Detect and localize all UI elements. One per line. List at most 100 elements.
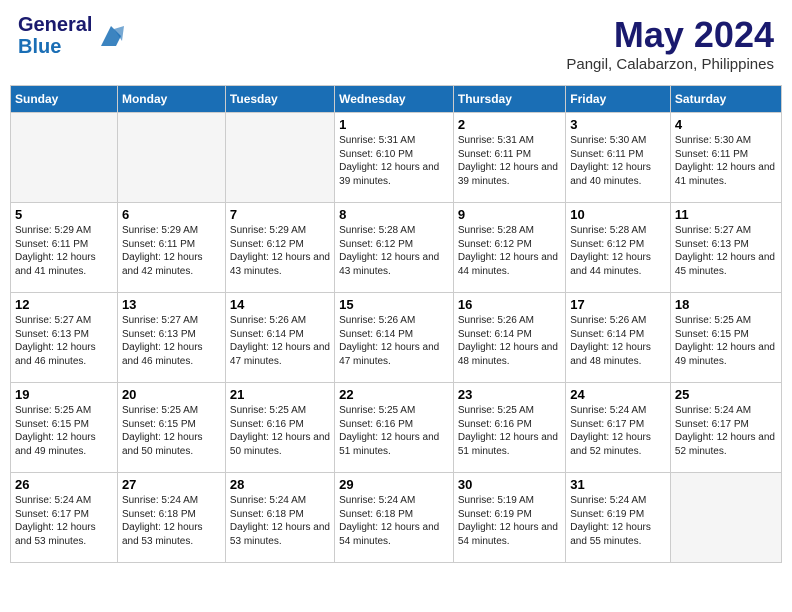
day-info: Sunrise: 5:24 AMSunset: 6:18 PMDaylight:… xyxy=(122,494,221,548)
day-number: 13 xyxy=(122,297,221,312)
day-number: 2 xyxy=(458,117,561,132)
calendar-cell: 23Sunrise: 5:25 AMSunset: 6:16 PMDayligh… xyxy=(453,383,565,473)
day-info: Sunrise: 5:24 AMSunset: 6:18 PMDaylight:… xyxy=(339,494,449,548)
day-info: Sunrise: 5:27 AMSunset: 6:13 PMDaylight:… xyxy=(15,314,113,368)
day-info: Sunrise: 5:26 AMSunset: 6:14 PMDaylight:… xyxy=(458,314,561,368)
day-number: 6 xyxy=(122,207,221,222)
calendar-cell: 1 Sunrise: 5:31 AMSunset: 6:10 PMDaylight… xyxy=(335,113,454,203)
day-number: 19 xyxy=(15,387,113,402)
week-row-3: 12 Sunrise: 5:27 AMSunset: 6:13 PMDayligh… xyxy=(11,293,782,383)
calendar-cell: 21Sunrise: 5:25 AMSunset: 6:16 PMDayligh… xyxy=(225,383,334,473)
day-info: Sunrise: 5:19 AMSunset: 6:19 PMDaylight:… xyxy=(458,494,561,548)
day-number: 12 xyxy=(15,297,113,312)
day-info: Sunrise: 5:24 AMSunset: 6:19 PMDaylight:… xyxy=(570,494,666,548)
calendar-cell xyxy=(225,113,334,203)
day-number: 27 xyxy=(122,477,221,492)
calendar-cell: 30 Sunrise: 5:19 AMSunset: 6:19 PMDayligh… xyxy=(453,473,565,563)
day-number: 20 xyxy=(122,387,221,402)
logo-icon xyxy=(96,21,126,51)
calendar-cell: 3 Sunrise: 5:30 AMSunset: 6:11 PMDaylight… xyxy=(566,113,671,203)
day-info: Sunrise: 5:29 AMSunset: 6:11 PMDaylight:… xyxy=(15,224,113,278)
main-title: May 2024 xyxy=(566,14,774,56)
calendar-cell: 7 Sunrise: 5:29 AMSunset: 6:12 PMDaylight… xyxy=(225,203,334,293)
day-info: Sunrise: 5:30 AMSunset: 6:11 PMDaylight:… xyxy=(570,134,666,188)
calendar-cell: 12 Sunrise: 5:27 AMSunset: 6:13 PMDayligh… xyxy=(11,293,118,383)
day-info: Sunrise: 5:29 AMSunset: 6:11 PMDaylight:… xyxy=(122,224,221,278)
day-info: Sunrise: 5:30 AMSunset: 6:11 PMDaylight:… xyxy=(675,134,777,188)
calendar-cell: 2 Sunrise: 5:31 AMSunset: 6:11 PMDaylight… xyxy=(453,113,565,203)
calendar-cell: 5 Sunrise: 5:29 AMSunset: 6:11 PMDaylight… xyxy=(11,203,118,293)
day-number: 11 xyxy=(675,207,777,222)
column-header-monday: Monday xyxy=(117,86,225,113)
day-number: 31 xyxy=(570,477,666,492)
column-header-wednesday: Wednesday xyxy=(335,86,454,113)
logo-blue-text: Blue xyxy=(18,36,61,58)
day-info: Sunrise: 5:25 AMSunset: 6:15 PMDaylight:… xyxy=(122,404,221,458)
calendar-cell: 9Sunrise: 5:28 AMSunset: 6:12 PMDaylight… xyxy=(453,203,565,293)
calendar-cell: 20 Sunrise: 5:25 AMSunset: 6:15 PMDayligh… xyxy=(117,383,225,473)
calendar-cell: 18 Sunrise: 5:25 AMSunset: 6:15 PMDayligh… xyxy=(670,293,781,383)
calendar-cell: 19 Sunrise: 5:25 AMSunset: 6:15 PMDayligh… xyxy=(11,383,118,473)
day-info: Sunrise: 5:26 AMSunset: 6:14 PMDaylight:… xyxy=(570,314,666,368)
calendar-cell: 15 Sunrise: 5:26 AMSunset: 6:14 PMDayligh… xyxy=(335,293,454,383)
day-number: 26 xyxy=(15,477,113,492)
day-info: Sunrise: 5:25 AMSunset: 6:15 PMDaylight:… xyxy=(675,314,777,368)
subtitle: Pangil, Calabarzon, Philippines xyxy=(566,56,774,73)
day-info: Sunrise: 5:25 AMSunset: 6:15 PMDaylight:… xyxy=(15,404,113,458)
calendar-cell: 11 Sunrise: 5:27 AMSunset: 6:13 PMDayligh… xyxy=(670,203,781,293)
day-number: 7 xyxy=(230,207,330,222)
day-info: Sunrise: 5:31 AMSunset: 6:10 PMDaylight:… xyxy=(339,134,449,188)
calendar-cell xyxy=(117,113,225,203)
calendar-cell: 26 Sunrise: 5:24 AMSunset: 6:17 PMDayligh… xyxy=(11,473,118,563)
week-row-4: 19 Sunrise: 5:25 AMSunset: 6:15 PMDayligh… xyxy=(11,383,782,473)
week-row-2: 5 Sunrise: 5:29 AMSunset: 6:11 PMDaylight… xyxy=(11,203,782,293)
calendar-cell xyxy=(670,473,781,563)
day-info: Sunrise: 5:24 AMSunset: 6:17 PMDaylight:… xyxy=(15,494,113,548)
day-number: 21 xyxy=(230,387,330,402)
logo-text: GeneralBlue xyxy=(18,14,92,58)
title-section: May 2024 Pangil, Calabarzon, Philippines xyxy=(566,14,774,73)
day-number: 16 xyxy=(458,297,561,312)
calendar-cell: 13Sunrise: 5:27 AMSunset: 6:13 PMDayligh… xyxy=(117,293,225,383)
day-info: Sunrise: 5:31 AMSunset: 6:11 PMDaylight:… xyxy=(458,134,561,188)
day-info: Sunrise: 5:24 AMSunset: 6:17 PMDaylight:… xyxy=(570,404,666,458)
day-info: Sunrise: 5:27 AMSunset: 6:13 PMDaylight:… xyxy=(675,224,777,278)
calendar-cell: 17Sunrise: 5:26 AMSunset: 6:14 PMDayligh… xyxy=(566,293,671,383)
calendar-cell: 16 Sunrise: 5:26 AMSunset: 6:14 PMDayligh… xyxy=(453,293,565,383)
day-number: 23 xyxy=(458,387,561,402)
calendar-cell xyxy=(11,113,118,203)
column-header-tuesday: Tuesday xyxy=(225,86,334,113)
day-number: 22 xyxy=(339,387,449,402)
day-number: 30 xyxy=(458,477,561,492)
day-info: Sunrise: 5:26 AMSunset: 6:14 PMDaylight:… xyxy=(230,314,330,368)
column-header-saturday: Saturday xyxy=(670,86,781,113)
day-number: 9 xyxy=(458,207,561,222)
calendar-cell: 29Sunrise: 5:24 AMSunset: 6:18 PMDayligh… xyxy=(335,473,454,563)
day-number: 28 xyxy=(230,477,330,492)
day-number: 10 xyxy=(570,207,666,222)
week-row-5: 26 Sunrise: 5:24 AMSunset: 6:17 PMDayligh… xyxy=(11,473,782,563)
day-number: 24 xyxy=(570,387,666,402)
calendar-cell: 8Sunrise: 5:28 AMSunset: 6:12 PMDaylight… xyxy=(335,203,454,293)
calendar-table: SundayMondayTuesdayWednesdayThursdayFrid… xyxy=(10,85,782,563)
calendar-cell: 24 Sunrise: 5:24 AMSunset: 6:17 PMDayligh… xyxy=(566,383,671,473)
day-number: 14 xyxy=(230,297,330,312)
day-number: 4 xyxy=(675,117,777,132)
page-header: GeneralBlue May 2024 Pangil, Calabarzon,… xyxy=(10,10,782,77)
day-number: 3 xyxy=(570,117,666,132)
calendar-cell: 4 Sunrise: 5:30 AMSunset: 6:11 PMDaylight… xyxy=(670,113,781,203)
calendar-cell: 27 Sunrise: 5:24 AMSunset: 6:18 PMDayligh… xyxy=(117,473,225,563)
column-header-thursday: Thursday xyxy=(453,86,565,113)
day-number: 15 xyxy=(339,297,449,312)
day-info: Sunrise: 5:28 AMSunset: 6:12 PMDaylight:… xyxy=(570,224,666,278)
day-info: Sunrise: 5:26 AMSunset: 6:14 PMDaylight:… xyxy=(339,314,449,368)
week-row-1: 1 Sunrise: 5:31 AMSunset: 6:10 PMDaylight… xyxy=(11,113,782,203)
day-number: 18 xyxy=(675,297,777,312)
day-info: Sunrise: 5:24 AMSunset: 6:18 PMDaylight:… xyxy=(230,494,330,548)
calendar-cell: 10 Sunrise: 5:28 AMSunset: 6:12 PMDayligh… xyxy=(566,203,671,293)
day-info: Sunrise: 5:29 AMSunset: 6:12 PMDaylight:… xyxy=(230,224,330,278)
day-info: Sunrise: 5:24 AMSunset: 6:17 PMDaylight:… xyxy=(675,404,777,458)
day-number: 5 xyxy=(15,207,113,222)
calendar-cell: 22Sunrise: 5:25 AMSunset: 6:16 PMDayligh… xyxy=(335,383,454,473)
day-number: 1 xyxy=(339,117,449,132)
